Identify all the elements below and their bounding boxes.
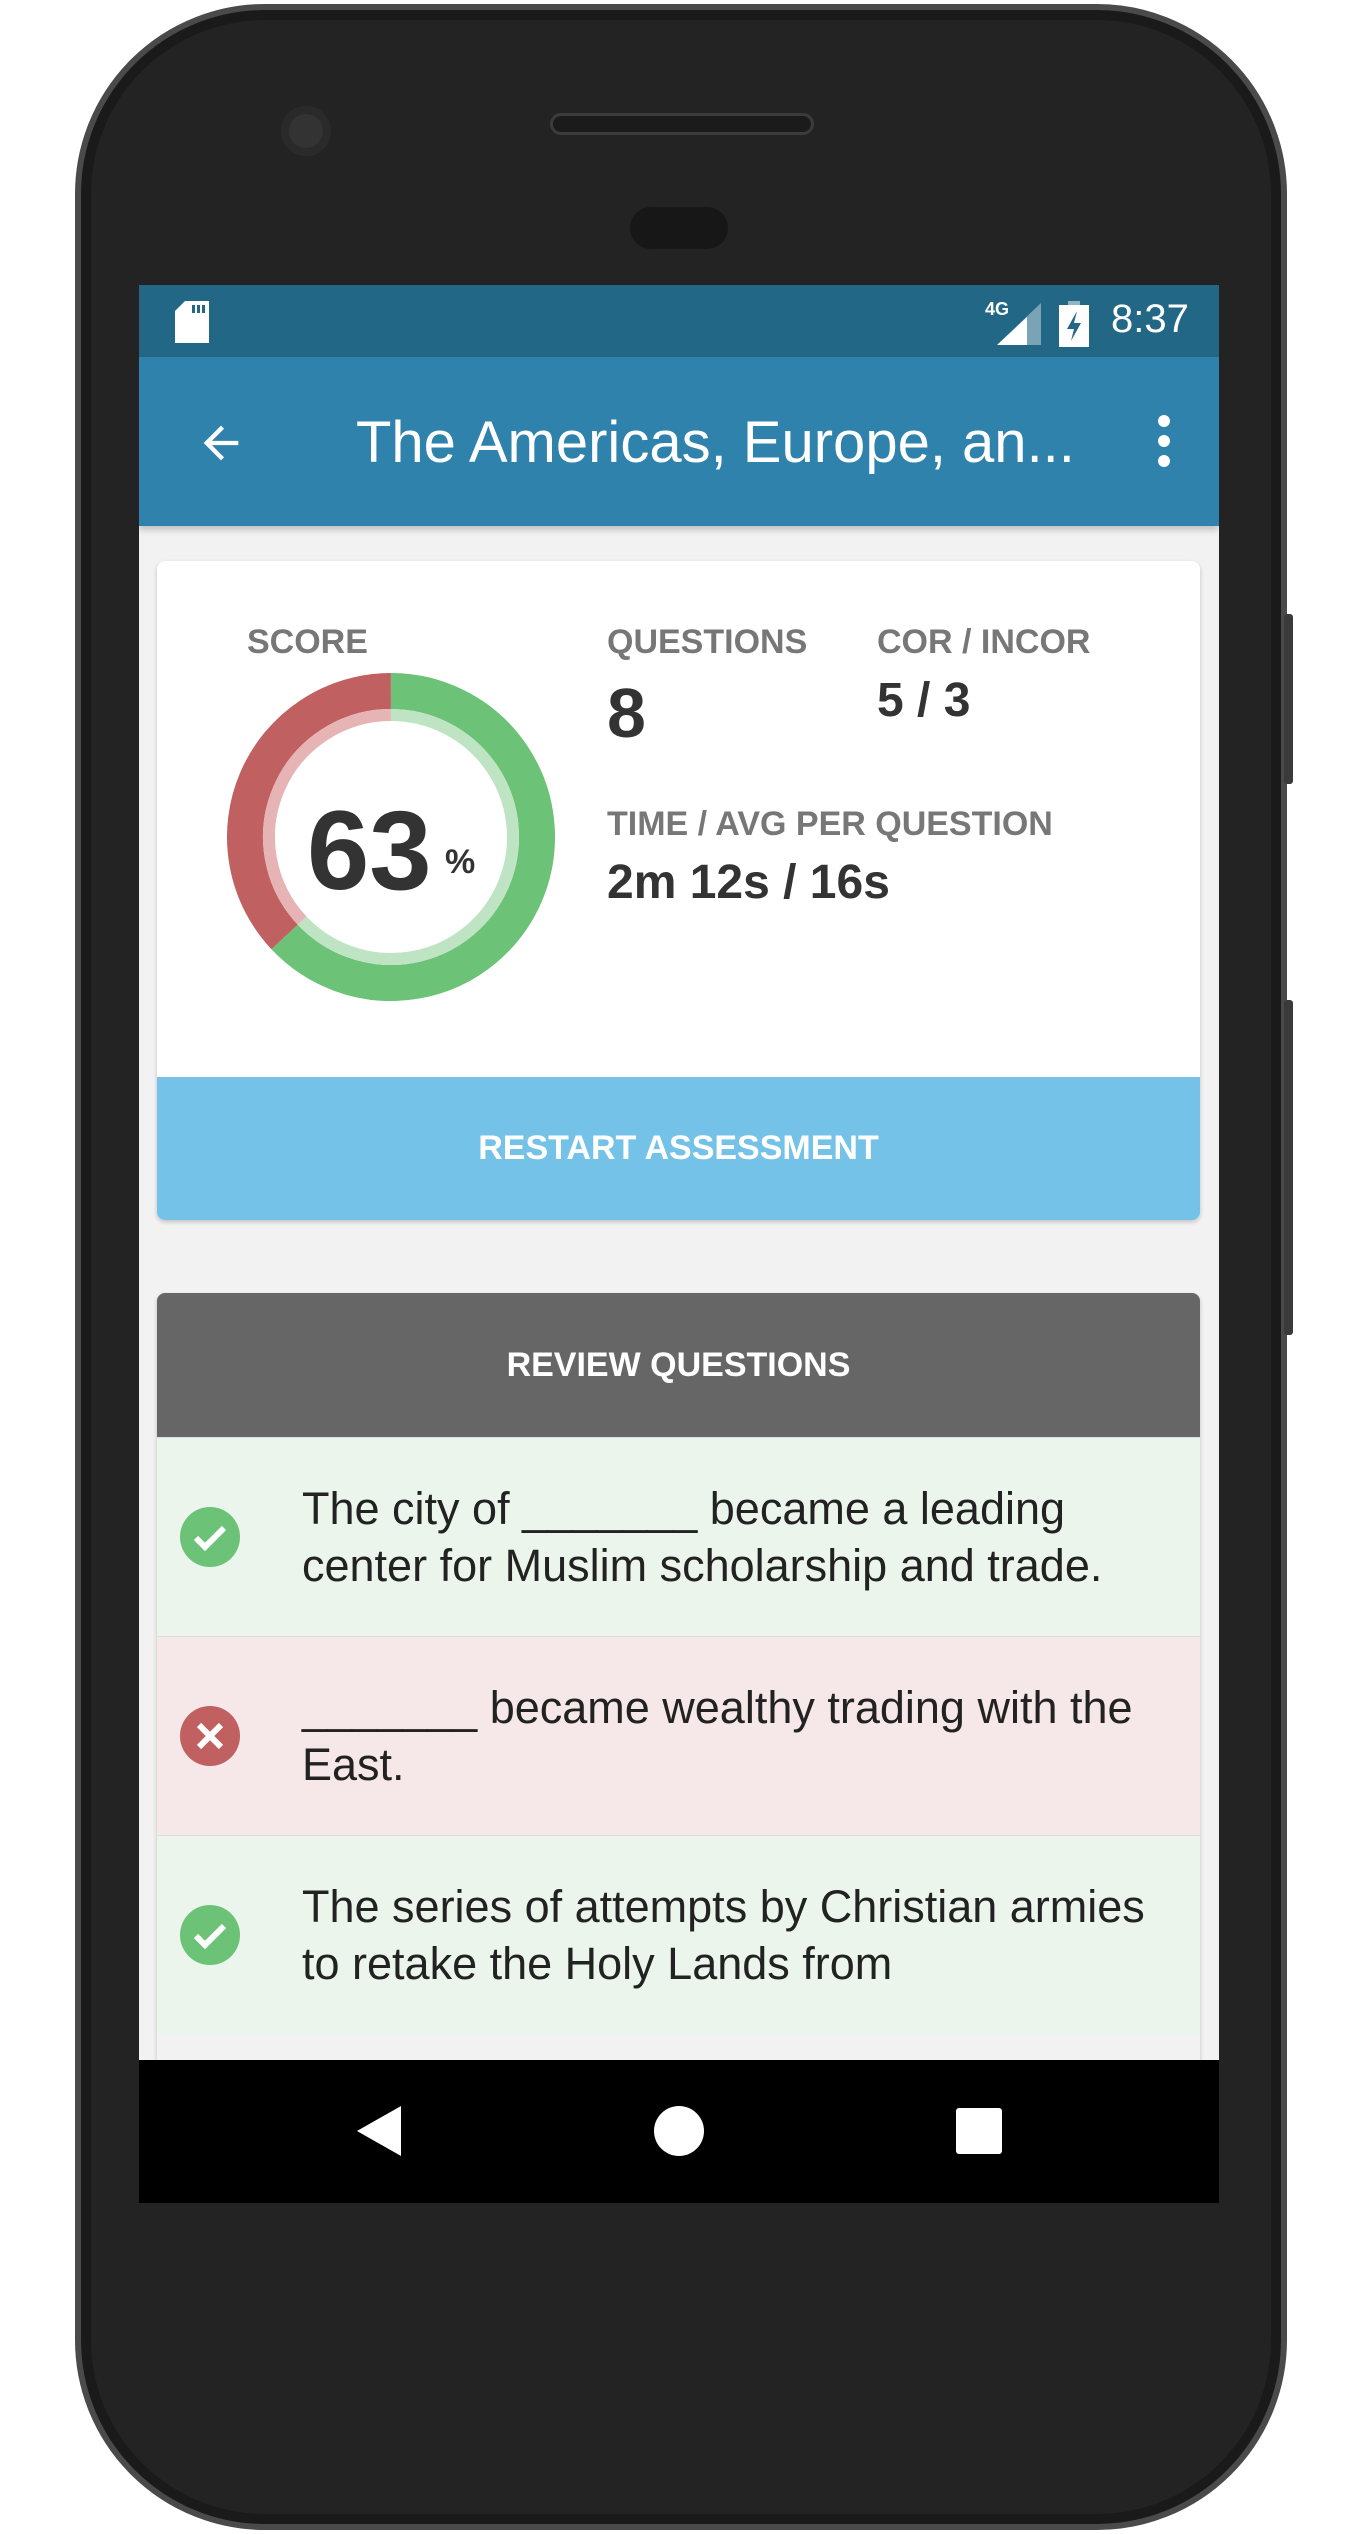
score-label: SCORE <box>247 623 368 661</box>
questions-value: 8 <box>607 674 646 752</box>
sd-card-icon <box>175 301 209 343</box>
check-circle-icon <box>180 1507 240 1567</box>
time-label: TIME / AVG PER QUESTION <box>607 805 1053 843</box>
review-question-row[interactable]: The series of attempts by Christian armi… <box>157 1835 1200 2034</box>
cor-incor-value: 5 / 3 <box>877 674 971 727</box>
signal-icon <box>997 303 1041 345</box>
power-button <box>1284 614 1293 784</box>
question-text: The series of attempts by Christian armi… <box>302 1881 1145 1989</box>
toolbar: The Americas, Europe, an... <box>139 357 1219 526</box>
proximity-sensor <box>630 207 728 249</box>
clock: 8:37 <box>1111 297 1189 341</box>
screen: 4G 8:37 The Americas, Europe, an... SCOR… <box>139 285 1219 2203</box>
volume-button <box>1284 1000 1293 1335</box>
error-circle-icon <box>180 1706 240 1766</box>
review-question-row[interactable]: _______ became wealthy trading with the … <box>157 1636 1200 1835</box>
score-unit: % <box>445 843 476 881</box>
battery-charging-icon <box>1059 301 1089 347</box>
front-camera <box>281 106 331 156</box>
review-question-row[interactable]: The city of _______ became a leading cen… <box>157 1437 1200 1636</box>
time-value: 2m 12s / 16s <box>607 856 890 909</box>
more-vert-icon[interactable] <box>1139 411 1189 471</box>
questions-label: QUESTIONS <box>607 623 808 661</box>
question-text: The city of _______ became a leading cen… <box>302 1483 1103 1591</box>
home-circle-icon[interactable] <box>654 2106 704 2156</box>
review-header: REVIEW QUESTIONS <box>157 1293 1200 1437</box>
score-value: 63 <box>307 788 432 913</box>
navigation-bar <box>139 2060 1219 2203</box>
page-title: The Americas, Europe, an... <box>356 410 1075 475</box>
cor-incor-label: COR / INCOR <box>877 623 1091 661</box>
arrow-left-icon[interactable] <box>195 417 247 469</box>
restart-assessment-button[interactable]: RESTART ASSESSMENT <box>157 1077 1200 1220</box>
earpiece-speaker <box>550 113 814 135</box>
check-circle-icon <box>180 1905 240 1965</box>
status-bar: 4G 8:37 <box>139 285 1219 357</box>
recents-square-icon[interactable] <box>956 2108 1002 2154</box>
back-triangle-icon[interactable] <box>357 2106 401 2156</box>
score-summary-card: SCORE 63 % QUESTIONS 8 COR / INCOR 5 / 3… <box>157 561 1200 1220</box>
question-text: _______ became wealthy trading with the … <box>302 1682 1133 1790</box>
